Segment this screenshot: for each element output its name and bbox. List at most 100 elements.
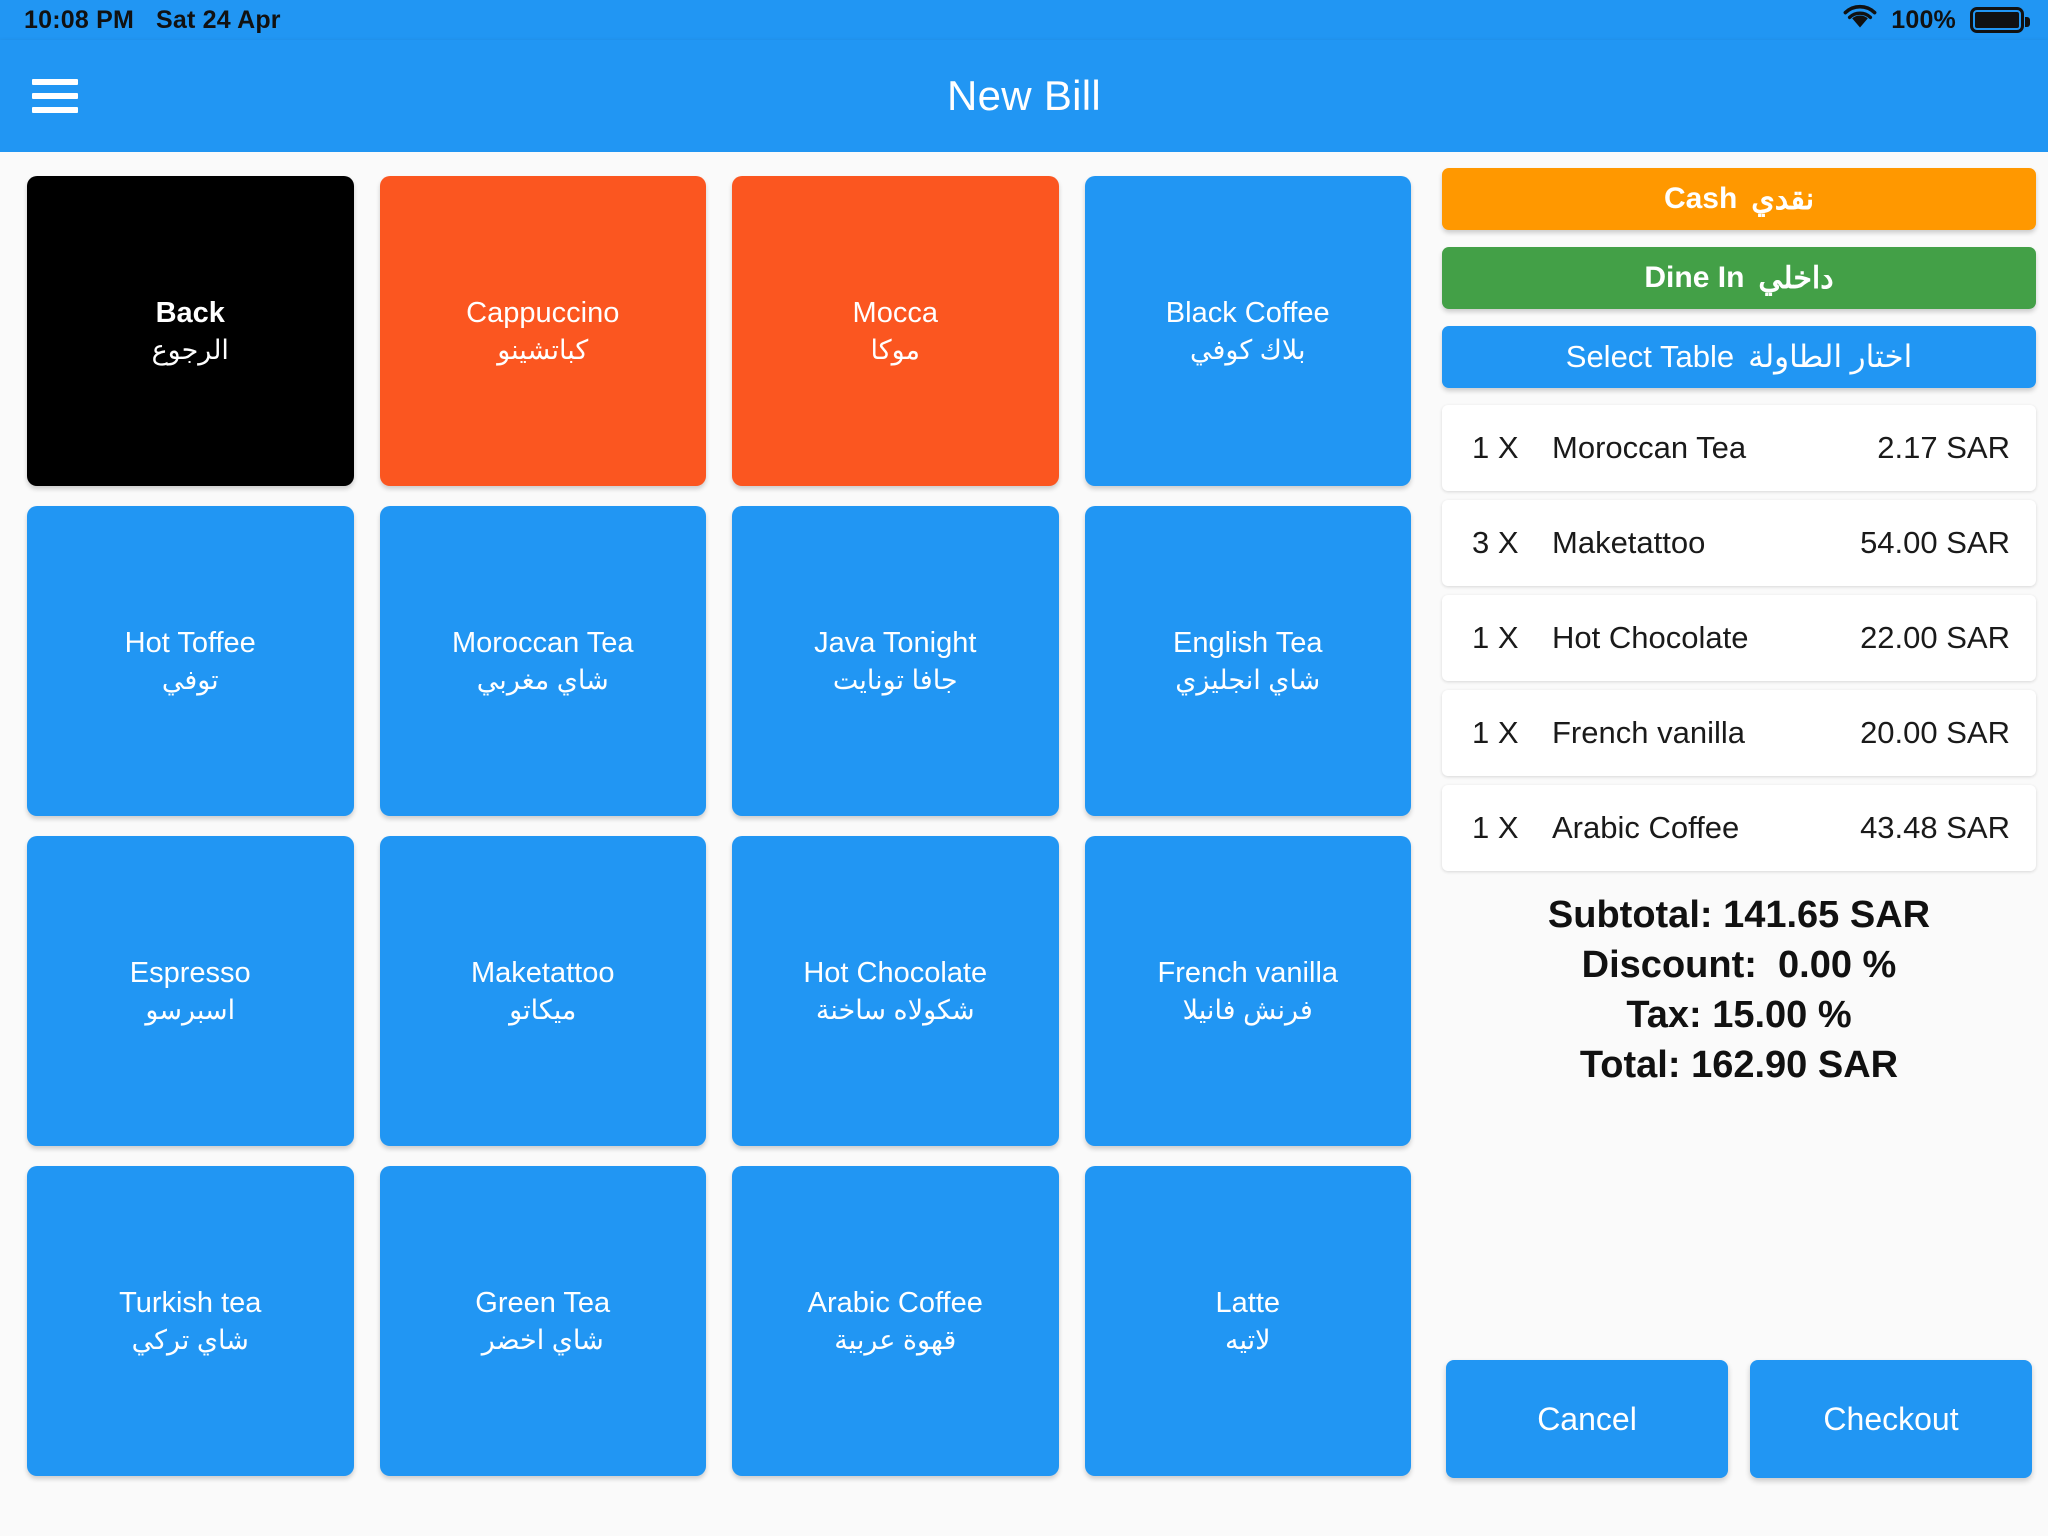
bill-item-amount: 22.00 SAR [1860, 620, 2010, 655]
tax-line: Tax: 15.00 % [1626, 994, 1852, 1037]
dine-in-button[interactable]: Dine In داخلي [1442, 247, 2036, 309]
product-tile-cell: Hot Chocolate شكولاه ساخنة [719, 826, 1072, 1156]
product-grid: Back الرجوع Cappuccino كباتشينو Mocca موكا Bla… [0, 152, 1434, 1536]
bill-action-buttons: Cash نقدي Dine In داخلي Select Table اختار ال… [1442, 168, 2036, 405]
product-tile-name-ar: فرنش فانيلا [1182, 994, 1313, 1025]
product-tile-name-en: Latte [1215, 1286, 1281, 1319]
product-tile-name-en: Espresso [129, 956, 251, 989]
product-tile-cell: Cappuccino كباتشينو [367, 166, 720, 496]
product-tile-name-en: Hot Toffee [124, 626, 256, 659]
product-tile-name-en: Mocca [852, 296, 938, 329]
bill-item-row[interactable]: 1 X French vanilla 20.00 SAR [1442, 690, 2036, 776]
product-tile-name-en: Cappuccino [466, 296, 620, 329]
product-tile-name-en: Turkish tea [119, 1286, 262, 1319]
product-tile-black-coffee[interactable]: Black Coffee بلاك كوفي [1084, 176, 1411, 486]
status-bar-time: 10:08 PM [24, 5, 134, 34]
product-tile-name-en: Green Tea [475, 1286, 611, 1319]
bill-item-amount: 43.48 SAR [1860, 810, 2010, 845]
product-tile-cell: Mocca موكا [719, 166, 1072, 496]
bill-item-quantity: 1 X [1472, 810, 1519, 845]
content-area: Back الرجوع Cappuccino كباتشينو Mocca موكا Bla… [0, 152, 2048, 1536]
action-label-en: Cash [1663, 182, 1738, 215]
product-tile-name-ar: لاتيه [1224, 1324, 1271, 1355]
status-bar-date: Sat 24 Apr [156, 5, 281, 34]
product-tile-cappuccino[interactable]: Cappuccino كباتشينو [379, 176, 706, 486]
back-button[interactable]: Back الرجوع [27, 176, 354, 486]
product-tile-name-en: Arabic Coffee [807, 1286, 983, 1319]
bill-item-name: French vanilla [1552, 715, 1745, 750]
product-tile-name-ar: الرجوع [151, 334, 229, 365]
bill-item-row[interactable]: 3 X Maketattoo 54.00 SAR [1442, 500, 2036, 586]
bill-item-row[interactable]: 1 X Hot Chocolate 22.00 SAR [1442, 595, 2036, 681]
product-tile-name-ar: ميكاتو [509, 994, 577, 1025]
bill-item-amount: 54.00 SAR [1860, 525, 2010, 560]
battery-full-icon [1970, 7, 2030, 33]
select-table-button[interactable]: Select Table اختار الطاولة [1442, 326, 2036, 388]
product-tile-name-ar: بلاك كوفي [1189, 334, 1306, 365]
product-tile-name-ar: شاي اخضر [481, 1324, 604, 1355]
product-tile-cell: Hot Toffee توفي [14, 496, 367, 826]
product-tile-moroccan-tea[interactable]: Moroccan Tea شاي مغربي [379, 506, 706, 816]
hamburger-menu-icon[interactable] [32, 79, 78, 113]
bill-item-quantity: 1 X [1472, 620, 1519, 655]
product-tile-mocca[interactable]: Mocca موكا [732, 176, 1059, 486]
product-tile-cell: Moroccan Tea شاي مغربي [367, 496, 720, 826]
action-label-ar: اختار الطاولة [1748, 339, 1913, 374]
product-tile-green-tea[interactable]: Green Tea شاي اخضر [379, 1166, 706, 1476]
product-tile-french-vanilla[interactable]: French vanilla فرنش فانيلا [1084, 836, 1411, 1146]
discount-line: Discount: 0.00 % [1581, 944, 1897, 987]
product-tile-java-tonight[interactable]: Java Tonight جافا تونايت [732, 506, 1059, 816]
product-tile-name-en: Black Coffee [1165, 296, 1330, 329]
bill-footer-buttons: Cancel Checkout [1442, 1360, 2036, 1478]
product-tile-cell: Arabic Coffee قهوة عربية [719, 1156, 1072, 1486]
product-tile-name-ar: شاي تركي [131, 1324, 249, 1355]
product-tile-cell: English Tea شاي انجليزي [1072, 496, 1425, 826]
product-tile-name-en: English Tea [1173, 626, 1323, 659]
product-tile-name-en: Hot Chocolate [803, 956, 988, 989]
product-tile-espresso[interactable]: Espresso اسبرسو [27, 836, 354, 1146]
product-tile-name-ar: شكولاه ساخنة [815, 994, 975, 1025]
battery-percent-label: 100% [1891, 5, 1956, 34]
product-tile-latte[interactable]: Latte لاتيه [1084, 1166, 1411, 1476]
page-title: New Bill [946, 72, 1102, 119]
product-tile-cell: Back الرجوع [14, 166, 367, 496]
action-label-ar: داخلي [1758, 261, 1834, 295]
product-tile-hot-toffee[interactable]: Hot Toffee توفي [27, 506, 354, 816]
product-tile-cell: Maketattoo ميكاتو [367, 826, 720, 1156]
bill-item-name: Hot Chocolate [1552, 620, 1749, 655]
product-tile-name-ar: جافا تونايت [832, 664, 958, 695]
bill-item-name: Arabic Coffee [1552, 810, 1740, 845]
product-tile-name-ar: توفي [161, 664, 219, 695]
product-tile-cell: French vanilla فرنش فانيلا [1072, 826, 1425, 1156]
product-tile-name-ar: كباتشينو [497, 334, 589, 365]
bill-item-row[interactable]: 1 X Arabic Coffee 43.48 SAR [1442, 785, 2036, 871]
product-tile-cell: Green Tea شاي اخضر [367, 1156, 720, 1486]
checkout-button[interactable]: Checkout [1750, 1360, 2032, 1478]
product-tile-hot-chocolate[interactable]: Hot Chocolate شكولاه ساخنة [732, 836, 1059, 1146]
bill-item-name: Moroccan Tea [1552, 430, 1747, 465]
wifi-icon [1843, 4, 1877, 37]
bill-item-quantity: 1 X [1472, 715, 1519, 750]
product-tile-name-en: Java Tonight [814, 626, 977, 659]
product-tile-arabic-coffee[interactable]: Arabic Coffee قهوة عربية [732, 1166, 1059, 1476]
product-tile-cell: Turkish tea شاي تركي [14, 1156, 367, 1486]
bill-item-quantity: 1 X [1472, 430, 1519, 465]
bill-totals: Subtotal: 141.65 SAR Discount: 0.00 % Ta… [1442, 890, 2036, 1091]
product-tile-turkish-tea[interactable]: Turkish tea شاي تركي [27, 1166, 354, 1476]
status-bar-left: 10:08 PM Sat 24 Apr [24, 6, 281, 35]
bill-item-name: Maketattoo [1552, 525, 1706, 560]
product-tile-maketattoo[interactable]: Maketattoo ميكاتو [379, 836, 706, 1146]
action-label-ar: نقدي [1751, 182, 1815, 216]
product-tile-name-ar: شاي انجليزي [1175, 664, 1321, 695]
product-tile-name-en: Moroccan Tea [451, 626, 634, 659]
app-bar: New Bill [0, 40, 2048, 152]
product-tile-name-ar: شاي مغربي [476, 664, 609, 695]
bill-items-list: 1 X Moroccan Tea 2.17 SAR 3 X Maketattoo 54.0… [1442, 405, 2036, 880]
bill-item-row[interactable]: 1 X Moroccan Tea 2.17 SAR [1442, 405, 2036, 491]
cash-button[interactable]: Cash نقدي [1442, 168, 2036, 230]
status-bar: 10:08 PM Sat 24 Apr 100% [0, 0, 2048, 40]
cancel-button[interactable]: Cancel [1446, 1360, 1728, 1478]
action-label-en: Dine In [1644, 261, 1745, 294]
product-tile-english-tea[interactable]: English Tea شاي انجليزي [1084, 506, 1411, 816]
total-line: Total: 162.90 SAR [1579, 1044, 1899, 1087]
